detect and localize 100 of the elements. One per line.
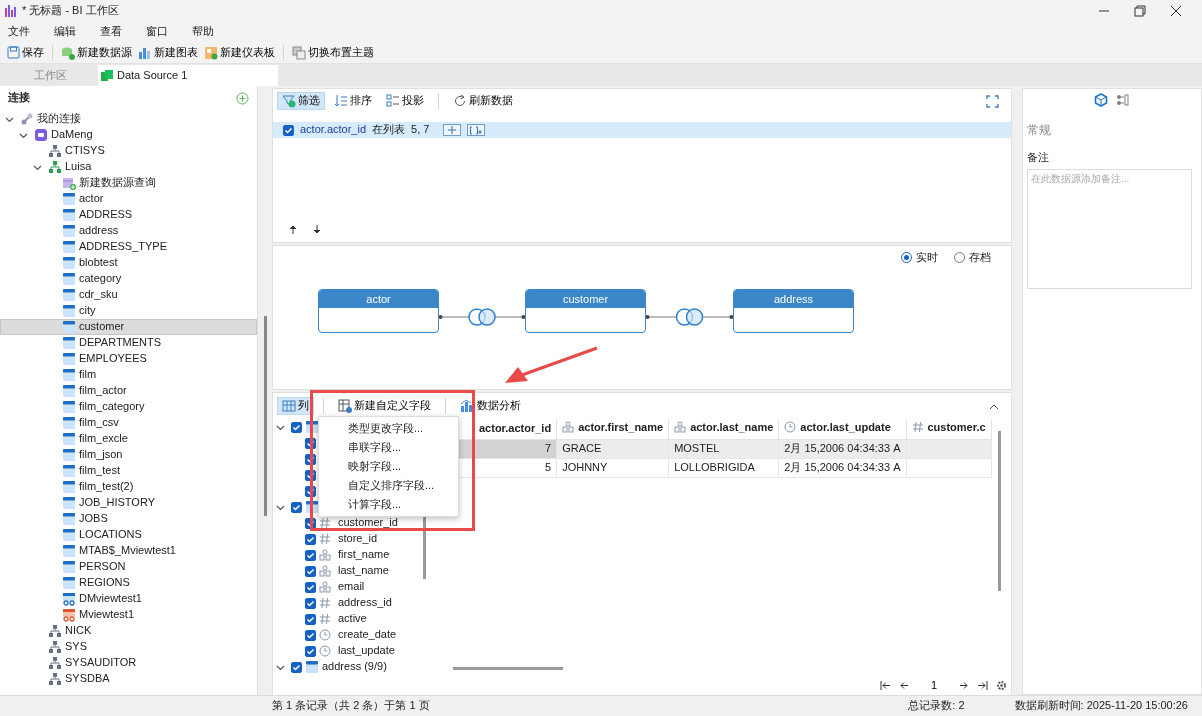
checkbox[interactable] bbox=[305, 629, 316, 641]
link-settings-icon[interactable] bbox=[1116, 93, 1130, 107]
arrow-up-icon[interactable] bbox=[289, 225, 297, 234]
splitter-handle[interactable] bbox=[263, 316, 267, 516]
tree-item[interactable]: address bbox=[0, 223, 257, 239]
tree-item[interactable]: cdr_sku bbox=[0, 287, 257, 303]
table-node[interactable]: customer bbox=[525, 289, 646, 333]
collapse-icon[interactable] bbox=[989, 402, 999, 410]
column-header[interactable]: actor.last_name bbox=[674, 420, 774, 435]
join-connector[interactable] bbox=[645, 308, 734, 326]
menu-item[interactable]: 自定义排序字段... bbox=[319, 476, 458, 495]
table-node[interactable]: actor bbox=[318, 289, 439, 333]
toolbar-button[interactable]: 刷新数据 bbox=[448, 92, 518, 110]
menu-item[interactable]: 编辑 bbox=[54, 25, 76, 39]
menu-item[interactable]: 计算字段... bbox=[319, 495, 458, 514]
column-label[interactable]: email bbox=[338, 580, 365, 594]
checkbox[interactable] bbox=[305, 517, 316, 529]
checkbox[interactable] bbox=[291, 421, 302, 433]
column-label[interactable]: store_id bbox=[338, 532, 378, 546]
next-page-icon[interactable] bbox=[959, 680, 969, 690]
tree-item[interactable]: film_actor bbox=[0, 383, 257, 399]
cube-icon[interactable] bbox=[1094, 93, 1108, 107]
checkbox[interactable] bbox=[305, 581, 316, 593]
toolbar-button[interactable]: 保存 bbox=[4, 44, 47, 61]
fullscreen-icon[interactable] bbox=[986, 94, 999, 108]
tree-item[interactable]: PERSON bbox=[0, 559, 257, 575]
last-page-icon[interactable] bbox=[977, 680, 988, 690]
radio-option[interactable]: 存档 bbox=[954, 251, 991, 265]
column-label[interactable]: address_id bbox=[338, 596, 392, 610]
settings-icon[interactable] bbox=[996, 679, 1007, 691]
toolbar-button[interactable]: 筛选 bbox=[277, 92, 325, 110]
tree-item[interactable]: ADDRESS_TYPE bbox=[0, 239, 257, 255]
tree-item[interactable]: SYS bbox=[0, 639, 257, 655]
tree-item[interactable]: JOB_HISTORY bbox=[0, 495, 257, 511]
toolbar-button[interactable]: 排序 bbox=[329, 92, 377, 110]
tree-item[interactable]: LOCATIONS bbox=[0, 527, 257, 543]
toolbar-button[interactable]: 投影 bbox=[381, 92, 429, 110]
column-label[interactable]: active bbox=[338, 612, 367, 626]
tree-item[interactable]: SYSDBA bbox=[0, 671, 257, 687]
tree-item[interactable]: film_test bbox=[0, 463, 257, 479]
radio-option[interactable]: 实时 bbox=[901, 251, 938, 265]
toolbar-button[interactable]: 新建仪表板 bbox=[201, 44, 278, 61]
tree-item[interactable]: ADDRESS bbox=[0, 207, 257, 223]
column-label[interactable]: last_name bbox=[338, 564, 389, 578]
column-label[interactable]: customer_id bbox=[338, 516, 398, 530]
tree-item[interactable]: JOBS bbox=[0, 511, 257, 527]
tree-item[interactable]: film_json bbox=[0, 447, 257, 463]
toolbar-button[interactable]: 数据分析 bbox=[455, 397, 526, 415]
tree-item[interactable]: SYSAUDITOR bbox=[0, 655, 257, 671]
tree-item[interactable]: customer bbox=[0, 319, 257, 335]
tree-item[interactable]: film_excle bbox=[0, 431, 257, 447]
arrow-down-icon[interactable] bbox=[313, 225, 321, 234]
tab[interactable]: Data Source 1 bbox=[98, 65, 278, 86]
checkbox[interactable] bbox=[291, 501, 302, 513]
tree-item[interactable]: Luisa bbox=[0, 159, 257, 175]
notes-field[interactable]: 在此数据源添加备注... bbox=[1027, 168, 1192, 289]
checkbox[interactable] bbox=[305, 549, 316, 561]
column-header[interactable]: actor.last_update bbox=[784, 420, 891, 435]
toolbar-button[interactable]: 新建自定义字段 bbox=[333, 397, 436, 415]
tree-item[interactable]: DaMeng bbox=[0, 127, 257, 143]
tree-item[interactable]: MTAB$_Mviewtest1 bbox=[0, 543, 257, 559]
tree-item[interactable]: film bbox=[0, 367, 257, 383]
tree-item[interactable]: DMviewtest1 bbox=[0, 591, 257, 607]
menu-item[interactable]: 类型更改字段... bbox=[319, 419, 458, 438]
scrollbar[interactable] bbox=[453, 667, 563, 670]
column-label[interactable]: first_name bbox=[338, 548, 390, 562]
checkbox[interactable] bbox=[305, 645, 316, 657]
menu-item[interactable]: 窗口 bbox=[146, 25, 168, 39]
toolbar-button[interactable]: 新建数据源 bbox=[58, 44, 135, 61]
close-icon[interactable] bbox=[1170, 5, 1182, 17]
join-connector[interactable] bbox=[438, 308, 526, 326]
menu-item[interactable]: 帮助 bbox=[192, 25, 214, 39]
column-group-label[interactable]: address (9/9) bbox=[322, 660, 387, 674]
tree-item[interactable]: film_test(2) bbox=[0, 479, 257, 495]
checkbox[interactable] bbox=[305, 485, 316, 497]
column-label[interactable]: last_update bbox=[338, 644, 395, 658]
tree-item[interactable]: REGIONS bbox=[0, 575, 257, 591]
checkbox[interactable] bbox=[305, 565, 316, 577]
checkbox[interactable] bbox=[305, 437, 316, 449]
menu-item[interactable]: 查看 bbox=[100, 25, 122, 39]
maximize-icon[interactable] bbox=[1134, 5, 1146, 17]
column-header[interactable]: actor.first_name bbox=[562, 420, 664, 435]
tree-item[interactable]: NICK bbox=[0, 623, 257, 639]
column-header[interactable]: customer.c bbox=[911, 420, 986, 435]
column-label[interactable]: create_date bbox=[338, 628, 397, 642]
first-page-icon[interactable] bbox=[880, 680, 891, 690]
checkbox[interactable] bbox=[291, 661, 302, 673]
checkbox[interactable] bbox=[283, 124, 294, 136]
tree-item[interactable]: category bbox=[0, 271, 257, 287]
scrollbar[interactable] bbox=[998, 431, 1001, 591]
checkbox[interactable] bbox=[305, 453, 316, 465]
tree-item[interactable]: film_csv bbox=[0, 415, 257, 431]
toolbar-button[interactable]: 切换布置主题 bbox=[289, 44, 377, 61]
tree-item[interactable]: city bbox=[0, 303, 257, 319]
tree-item[interactable]: actor bbox=[0, 191, 257, 207]
tree-item[interactable]: 新建数据源查询 bbox=[0, 175, 257, 191]
tree-item[interactable]: CTISYS bbox=[0, 143, 257, 159]
menu-item[interactable]: 文件 bbox=[8, 25, 30, 39]
filter-operator[interactable]: 在列表 bbox=[372, 123, 406, 137]
filter-field[interactable]: actor.actor_id bbox=[300, 123, 367, 137]
